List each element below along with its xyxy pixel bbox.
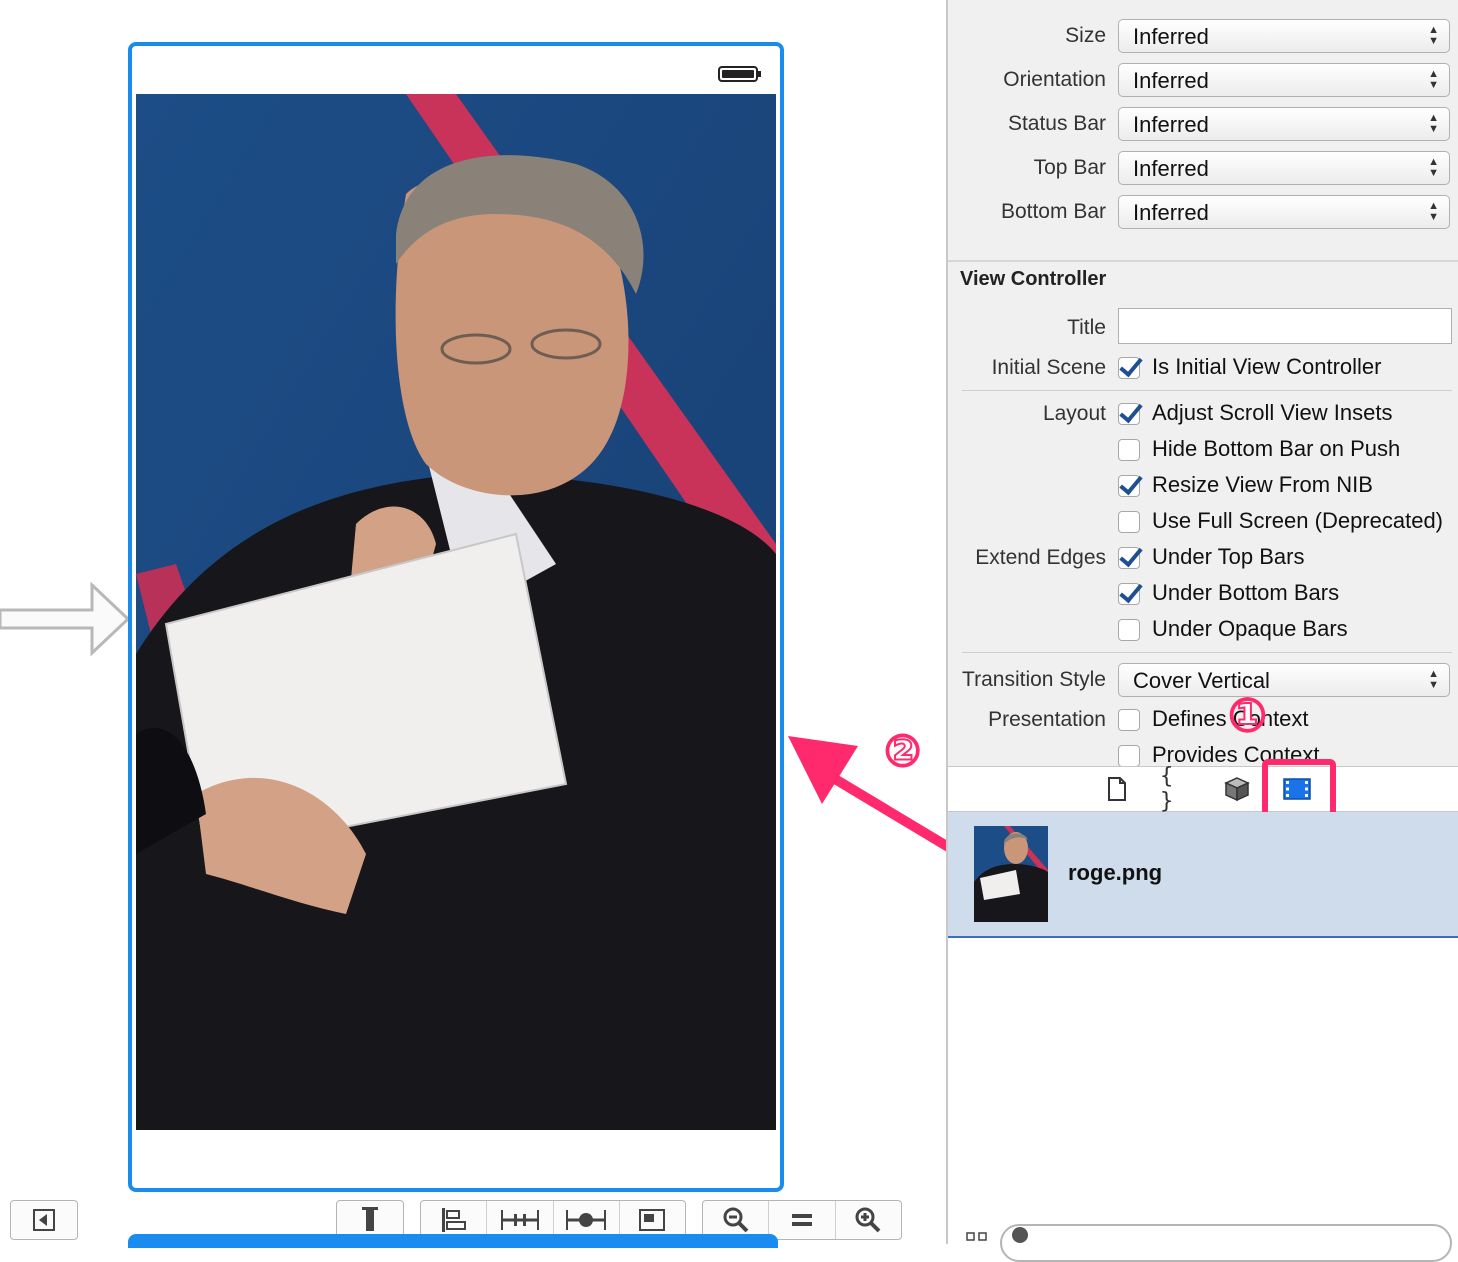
size-popup[interactable]: Inferred ▲ ▼ — [1118, 19, 1450, 53]
zoom-out-icon — [723, 1207, 749, 1233]
under-top-bars-checkbox[interactable] — [1118, 547, 1140, 569]
defines-context-checkbox[interactable] — [1118, 709, 1140, 731]
view-controller-scene[interactable] — [128, 42, 784, 1192]
step-1-marker: ① — [1227, 687, 1268, 743]
bottom-bar-label: Bottom Bar — [1000, 200, 1106, 223]
zoom-actual-size-button[interactable] — [769, 1201, 836, 1239]
top-bar-popup[interactable]: Inferred ▲ ▼ — [1118, 151, 1450, 185]
initial-scene-label: Initial Scene — [991, 356, 1106, 379]
step-2-marker: ② — [883, 725, 922, 778]
annotation-highlight-box — [1262, 759, 1336, 819]
size-value: Inferred — [1133, 24, 1209, 49]
object-library-tab[interactable] — [1220, 773, 1254, 805]
section-divider — [948, 260, 1458, 262]
storyboard-canvas[interactable]: ② — [0, 0, 975, 1248]
roge-thumbnail — [974, 826, 1048, 922]
bottom-bar-value: Inferred — [1133, 200, 1209, 225]
resizing-icon — [639, 1209, 666, 1231]
adjust-scroll-insets-checkbox[interactable] — [1118, 403, 1140, 425]
search-icon — [1012, 1227, 1028, 1243]
orientation-value: Inferred — [1133, 68, 1209, 93]
popup-arrows-icon: ▲ ▼ — [1428, 156, 1439, 179]
library-item-roge[interactable]: roge.png — [948, 812, 1458, 938]
under-opaque-bars-label: Under Opaque Bars — [1152, 616, 1348, 641]
library-filter-input[interactable] — [1000, 1224, 1452, 1262]
status-bar-popup[interactable]: Inferred ▲ ▼ — [1118, 107, 1450, 141]
object-cube-icon — [1224, 777, 1250, 802]
popup-arrows-icon: ▲ ▼ — [1428, 24, 1439, 47]
pin-icon — [500, 1210, 539, 1230]
orientation-popup[interactable]: Inferred ▲ ▼ — [1118, 63, 1450, 97]
resize-from-nib-checkbox[interactable] — [1118, 475, 1140, 497]
battery-icon — [718, 66, 761, 82]
provides-context-checkbox[interactable] — [1118, 745, 1140, 767]
under-opaque-bars-checkbox[interactable] — [1118, 619, 1140, 641]
hide-bottom-bar-checkbox[interactable] — [1118, 439, 1140, 461]
zoom-in-icon — [855, 1207, 881, 1233]
view-controller-section-title: View Controller — [960, 268, 1107, 290]
is-initial-vc-label: Is Initial View Controller — [1152, 354, 1382, 379]
popup-arrows-icon: ▲ ▼ — [1428, 668, 1439, 691]
status-bar-label: Status Bar — [1007, 112, 1106, 135]
under-top-bars-label: Under Top Bars — [1152, 544, 1305, 569]
hide-bottom-bar-label: Hide Bottom Bar on Push — [1152, 436, 1401, 461]
under-bottom-bars-checkbox[interactable] — [1118, 583, 1140, 605]
image-view[interactable] — [136, 94, 776, 1130]
orientation-label: Orientation — [1003, 68, 1106, 91]
transition-style-popup[interactable]: Cover Vertical ▲ ▼ — [1118, 663, 1450, 697]
row-divider — [962, 652, 1452, 653]
adjust-scroll-insets-label: Adjust Scroll View Insets — [1152, 400, 1393, 425]
under-bottom-bars-label: Under Bottom Bars — [1152, 580, 1340, 605]
status-bar-value: Inferred — [1133, 112, 1209, 137]
resize-from-nib-label: Resize View From NIB — [1152, 472, 1373, 497]
code-snippet-icon: { } — [1160, 764, 1174, 814]
top-bar-value: Inferred — [1133, 156, 1209, 181]
library-tab-bar: { } — [948, 759, 1458, 819]
is-initial-vc-checkbox[interactable] — [1118, 357, 1140, 379]
presentation-label: Presentation — [988, 708, 1106, 731]
popup-arrows-icon: ▲ ▼ — [1428, 200, 1439, 223]
extend-edges-label: Extend Edges — [975, 546, 1106, 569]
align-icon — [441, 1208, 466, 1232]
attributes-inspector: Size Inferred ▲ ▼ Orientation Inferred ▲ ▼… — [946, 0, 1458, 1262]
photo-man-holding-card — [136, 94, 776, 1130]
resolve-issues-icon — [566, 1210, 607, 1230]
top-bar-label: Top Bar — [1033, 156, 1106, 179]
popup-arrows-icon: ▲ ▼ — [1428, 68, 1439, 91]
full-screen-checkbox[interactable] — [1118, 511, 1140, 533]
popup-arrows-icon: ▲ ▼ — [1428, 112, 1439, 135]
file-template-icon — [1108, 777, 1126, 801]
toggle-outline-button[interactable] — [10, 1200, 78, 1240]
size-label: Size — [1065, 24, 1106, 47]
next-scene-frame — [128, 1234, 778, 1248]
size-class-icon — [362, 1207, 378, 1231]
simulated-status-bar — [136, 50, 776, 94]
zoom-in-button[interactable] — [836, 1201, 901, 1239]
bottom-bar-popup[interactable]: Inferred ▲ ▼ — [1118, 195, 1450, 229]
grid-view-icon[interactable] — [966, 1232, 988, 1242]
sidebar-toggle-icon — [33, 1209, 55, 1231]
title-input[interactable] — [1118, 308, 1452, 344]
media-item-name: roge.png — [1068, 860, 1163, 885]
full-screen-label: Use Full Screen (Deprecated) — [1152, 508, 1444, 533]
initial-scene-entry-arrow — [0, 582, 130, 656]
code-snippet-tab[interactable]: { } — [1160, 764, 1194, 814]
equals-icon — [791, 1214, 812, 1226]
transition-style-label: Transition Style — [962, 668, 1106, 691]
file-template-tab[interactable] — [1100, 773, 1134, 805]
library-empty-area — [948, 938, 1458, 1262]
row-divider — [962, 390, 1452, 391]
layout-label: Layout — [1042, 402, 1106, 425]
title-label: Title — [1067, 316, 1106, 339]
